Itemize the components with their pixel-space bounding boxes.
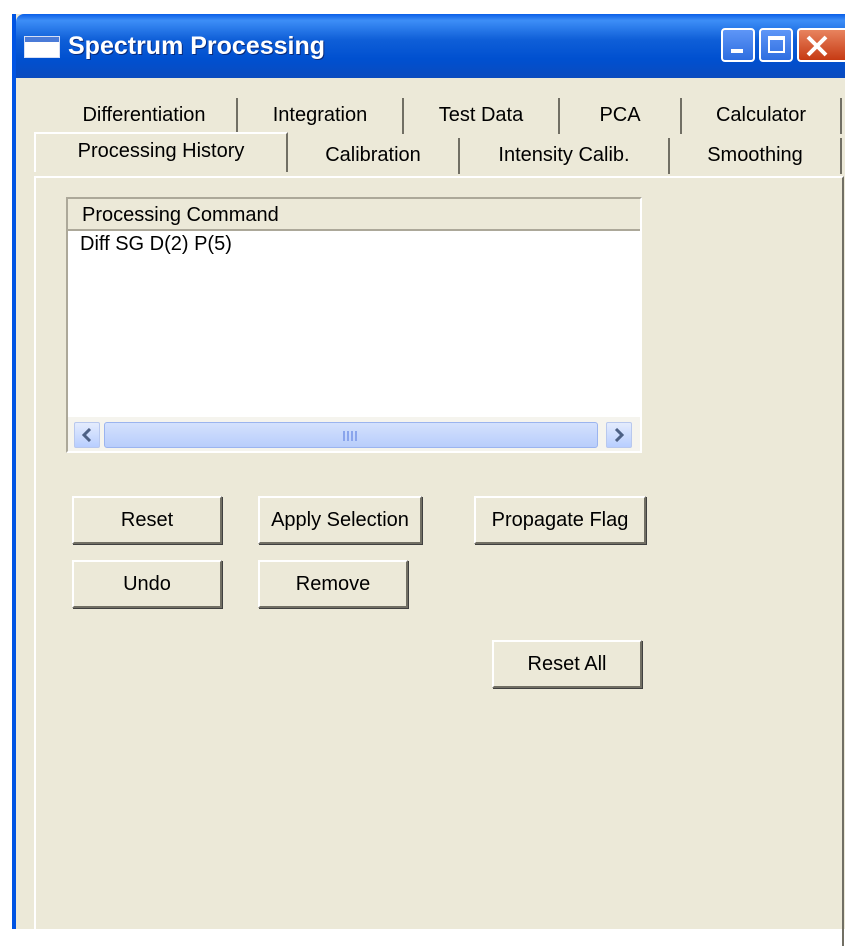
processing-command-list[interactable]: Processing Command Diff SG D(2) P(5)	[66, 197, 642, 453]
tab-calibration[interactable]: Calibration	[288, 138, 460, 174]
horizontal-scrollbar[interactable]	[68, 417, 640, 451]
scroll-grip-icon	[343, 431, 359, 441]
tab-processing-history[interactable]: Processing History	[34, 132, 288, 172]
tab-pca[interactable]: PCA	[560, 98, 682, 134]
close-icon[interactable]	[797, 28, 845, 62]
tab-differentiation[interactable]: Differentiation	[52, 98, 238, 134]
window-app-icon	[24, 36, 60, 58]
title-bar[interactable]: Spectrum Processing	[16, 14, 845, 78]
scroll-right-icon[interactable]	[606, 422, 632, 448]
minimize-icon[interactable]	[721, 28, 755, 62]
propagate-flag-button[interactable]: Propagate Flag	[474, 496, 646, 544]
column-header-processing-command[interactable]: Processing Command	[68, 199, 640, 231]
spectrum-processing-window: Spectrum Processing Differentiation Inte…	[12, 14, 845, 946]
maximize-icon[interactable]	[759, 28, 793, 62]
tab-integration[interactable]: Integration	[238, 98, 404, 134]
tab-intensity-calib[interactable]: Intensity Calib.	[460, 138, 670, 174]
undo-button[interactable]: Undo	[72, 560, 222, 608]
reset-all-button[interactable]: Reset All	[492, 640, 642, 688]
tab-calculator[interactable]: Calculator	[682, 98, 842, 134]
scroll-thumb[interactable]	[104, 422, 598, 448]
tab-test-data[interactable]: Test Data	[404, 98, 560, 134]
apply-selection-button[interactable]: Apply Selection	[258, 496, 422, 544]
list-item[interactable]: Diff SG D(2) P(5)	[80, 233, 232, 256]
remove-button[interactable]: Remove	[258, 560, 408, 608]
window-title: Spectrum Processing	[68, 32, 326, 60]
reset-button[interactable]: Reset	[72, 496, 222, 544]
tab-smoothing[interactable]: Smoothing	[670, 138, 842, 174]
scroll-left-icon[interactable]	[74, 422, 100, 448]
